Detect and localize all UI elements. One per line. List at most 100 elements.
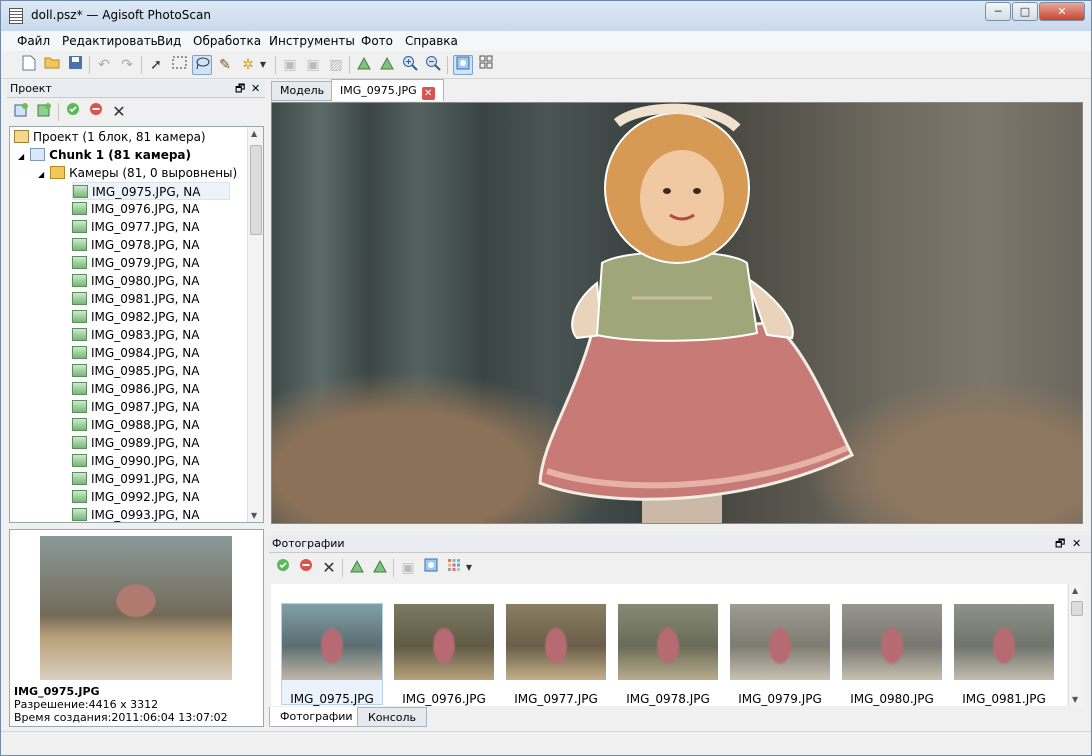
tree-scrollbar[interactable]: ▲ ▼ <box>247 127 263 522</box>
close-tab-icon[interactable]: ✕ <box>421 87 435 100</box>
menu-tools[interactable]: Инструменты <box>269 34 355 48</box>
close-panel-icon[interactable]: ✕ <box>1072 535 1081 553</box>
maximize-button[interactable]: □ <box>1012 2 1038 21</box>
menu-help[interactable]: Справка <box>405 34 458 48</box>
camera-item[interactable]: IMG_0976.JPG, NA <box>72 200 199 218</box>
photo-thumbnail[interactable]: IMG_0978.JPG <box>618 604 718 706</box>
redo-icon[interactable]: ↷ <box>117 55 137 75</box>
scroll-thumb[interactable] <box>250 145 262 235</box>
menu-view[interactable]: Вид <box>157 34 181 48</box>
remove-icon[interactable]: ✕ <box>109 102 129 122</box>
copy-mask-icon[interactable]: ▣ <box>280 55 300 75</box>
expand-arrow-icon[interactable]: ◢ <box>18 152 24 161</box>
tree-chunk[interactable]: ◢ Chunk 1 (81 камера) <box>18 146 191 164</box>
camera-label: IMG_0993.JPG, NA <box>91 508 200 522</box>
tab-model[interactable]: Модель <box>271 81 334 101</box>
camera-item[interactable]: IMG_0984.JPG, NA <box>72 344 199 362</box>
intelligent-scissors-icon[interactable]: ✎ <box>215 55 235 75</box>
undo-icon[interactable]: ↶ <box>94 55 114 75</box>
photo-thumbnail[interactable]: IMG_0979.JPG <box>730 604 830 706</box>
camera-item[interactable]: IMG_0990.JPG, NA <box>72 452 199 470</box>
rect-select-icon[interactable] <box>169 55 189 75</box>
magic-wand-icon[interactable]: ✲ <box>238 55 258 75</box>
thumbnail-image <box>618 604 718 680</box>
menu-photo[interactable]: Фото <box>361 34 393 48</box>
add-chunk-icon[interactable] <box>11 102 31 122</box>
photo-thumbnail[interactable]: IMG_0976.JPG <box>394 604 494 706</box>
menu-workflow[interactable]: Обработка <box>193 34 261 48</box>
camera-item[interactable]: IMG_0982.JPG, NA <box>72 308 199 326</box>
tree-root[interactable]: Проект (1 блок, 81 камера) <box>14 128 206 146</box>
copy-mask-icon[interactable]: ▣ <box>398 558 418 578</box>
tree-cameras-folder[interactable]: ◢ Камеры (81, 0 выровнены) <box>38 164 237 182</box>
photo-thumbnail[interactable]: IMG_0975.JPG <box>281 603 383 706</box>
tab-console[interactable]: Консоль <box>357 707 428 727</box>
lasso-icon[interactable] <box>192 55 212 75</box>
remove-icon[interactable]: ✕ <box>319 558 339 578</box>
menu-edit[interactable]: Редактировать <box>62 34 158 48</box>
enable-camera-icon[interactable] <box>63 102 83 122</box>
show-masks-icon[interactable] <box>453 55 473 75</box>
dropdown-arrow-icon[interactable]: ▼ <box>256 55 270 75</box>
camera-item[interactable]: IMG_0983.JPG, NA <box>72 326 199 344</box>
camera-item[interactable]: IMG_0987.JPG, NA <box>72 398 199 416</box>
rotate-right-icon[interactable] <box>370 558 390 578</box>
camera-item[interactable]: IMG_0988.JPG, NA <box>72 416 199 434</box>
camera-item[interactable]: IMG_0989.JPG, NA <box>72 434 199 452</box>
zoom-out-icon[interactable] <box>423 55 443 75</box>
close-panel-icon[interactable]: ✕ <box>251 80 260 98</box>
remove-mask-icon[interactable]: ▨ <box>326 55 346 75</box>
open-folder-icon[interactable] <box>42 55 62 75</box>
scroll-thumb[interactable] <box>1071 601 1083 616</box>
filmstrip-scrollbar[interactable]: ▲ ▼ <box>1068 584 1084 706</box>
camera-item[interactable]: IMG_0977.JPG, NA <box>72 218 199 236</box>
thumbnail-label: IMG_0977.JPG <box>514 692 598 706</box>
thumbnail-image <box>730 604 830 680</box>
new-file-icon[interactable] <box>19 55 39 75</box>
tab-photos[interactable]: Фотографии <box>269 707 364 727</box>
add-photos-icon[interactable] <box>34 102 54 122</box>
tab-photo[interactable]: IMG_0975.JPG ✕ <box>331 79 444 101</box>
rotate-left-icon[interactable] <box>354 55 374 75</box>
menu-file[interactable]: Файл <box>17 34 50 48</box>
camera-item[interactable]: IMG_0992.JPG, NA <box>72 488 199 506</box>
dropdown-arrow-icon[interactable]: ▼ <box>462 558 476 578</box>
rotate-left-icon[interactable] <box>347 558 367 578</box>
photo-thumbnail[interactable]: IMG_0981.JPG <box>954 604 1054 706</box>
camera-item[interactable]: IMG_0993.JPG, NA <box>72 506 200 522</box>
camera-item[interactable]: IMG_0980.JPG, NA <box>72 272 199 290</box>
zoom-in-icon[interactable] <box>400 55 420 75</box>
save-icon[interactable] <box>65 55 85 75</box>
camera-item[interactable]: IMG_0991.JPG, NA <box>72 470 199 488</box>
float-panel-icon[interactable]: 🗗 <box>1055 535 1065 553</box>
camera-item[interactable]: IMG_0986.JPG, NA <box>72 380 199 398</box>
photo-view[interactable] <box>271 102 1083 524</box>
disable-camera-icon[interactable] <box>86 102 106 122</box>
expand-arrow-icon[interactable]: ◢ <box>38 170 44 179</box>
folder-icon <box>50 166 66 179</box>
camera-item[interactable]: IMG_0975.JPG, NA <box>72 182 230 200</box>
photo-thumbnail[interactable]: IMG_0980.JPG <box>842 604 942 706</box>
enable-camera-icon[interactable] <box>273 558 293 578</box>
rotate-right-icon[interactable] <box>377 55 397 75</box>
camera-icon <box>72 310 87 323</box>
float-panel-icon[interactable]: 🗗 <box>235 80 245 98</box>
camera-item[interactable]: IMG_0985.JPG, NA <box>72 362 199 380</box>
camera-label: IMG_0985.JPG, NA <box>91 364 200 378</box>
photo-thumbnail[interactable]: IMG_0977.JPG <box>506 604 606 706</box>
minimize-button[interactable]: ─ <box>985 2 1011 21</box>
view-mode-icon[interactable] <box>444 558 464 578</box>
camera-item[interactable]: IMG_0978.JPG, NA <box>72 236 199 254</box>
grid-icon[interactable] <box>476 55 496 75</box>
photos-panel-title: Фотографии <box>272 537 345 550</box>
pointer-icon[interactable]: ➚ <box>146 55 166 75</box>
thumbnail-label: IMG_0979.JPG <box>738 692 822 706</box>
close-button[interactable]: ✕ <box>1039 2 1085 21</box>
camera-icon <box>72 202 87 215</box>
camera-item[interactable]: IMG_0979.JPG, NA <box>72 254 199 272</box>
camera-item[interactable]: IMG_0981.JPG, NA <box>72 290 199 308</box>
photos-panel-header: Фотографии 🗗 ✕ <box>269 535 1091 553</box>
disable-camera-icon[interactable] <box>296 558 316 578</box>
show-masks-icon[interactable] <box>421 558 441 578</box>
paste-mask-icon[interactable]: ▣ <box>303 55 323 75</box>
